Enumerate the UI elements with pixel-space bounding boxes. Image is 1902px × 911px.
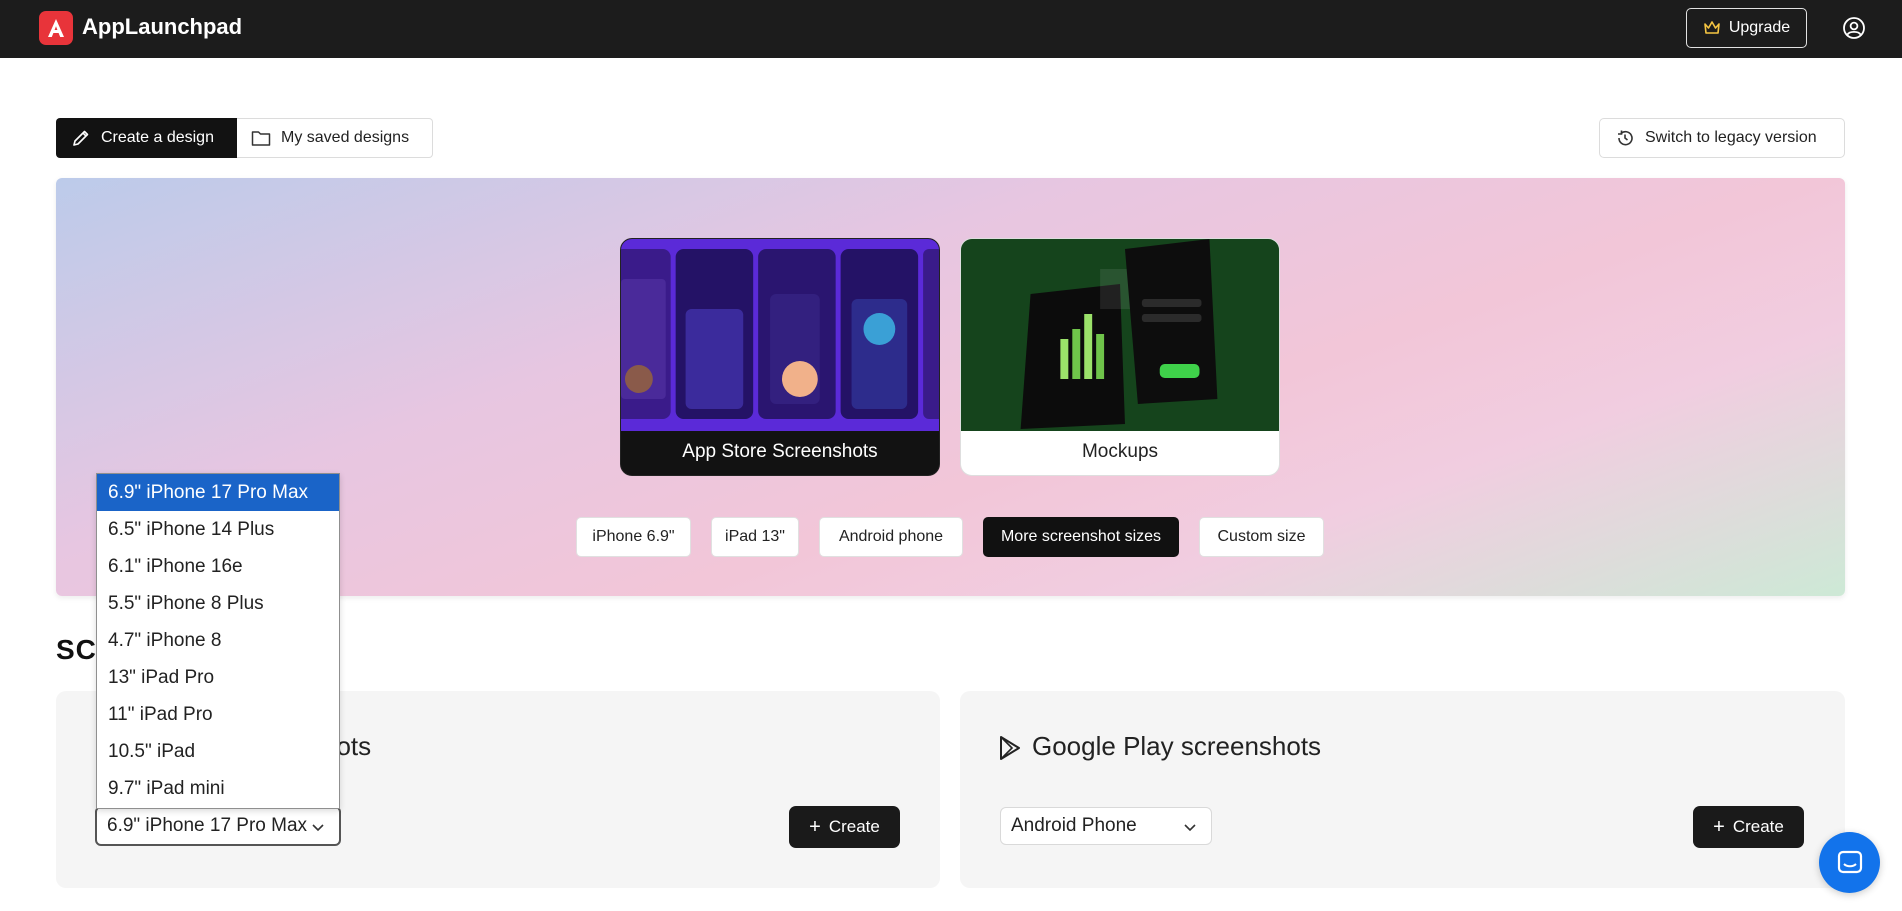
app-store-select-value: 6.9" iPhone 17 Pro Max bbox=[107, 815, 308, 836]
chip-iphone-6-9[interactable]: iPhone 6.9" bbox=[576, 517, 691, 557]
chat-icon bbox=[1837, 850, 1862, 873]
dropdown-option[interactable]: 9.7" iPad mini bbox=[97, 770, 339, 807]
google-play-panel bbox=[960, 691, 1845, 888]
app-store-preview-image bbox=[621, 239, 939, 431]
app-store-create-button[interactable]: + Create bbox=[789, 806, 900, 848]
pencil-icon bbox=[73, 130, 89, 146]
dropdown-option[interactable]: 6.9" iPhone 17 Pro Max bbox=[97, 474, 339, 511]
dropdown-option[interactable]: 6.5" iPhone 14 Plus bbox=[97, 511, 339, 548]
upgrade-button[interactable]: Upgrade bbox=[1686, 8, 1807, 48]
folder-icon bbox=[251, 131, 271, 146]
chevron-down-icon bbox=[312, 824, 324, 832]
google-play-icon bbox=[1000, 736, 1020, 760]
chip-android-phone[interactable]: Android phone bbox=[819, 517, 963, 557]
chip-ipad-13[interactable]: iPad 13" bbox=[711, 517, 799, 557]
dropdown-option[interactable]: 13" iPad Pro bbox=[97, 659, 339, 696]
legacy-label: Switch to legacy version bbox=[1645, 129, 1817, 146]
dropdown-option[interactable]: 10.5" iPad bbox=[97, 733, 339, 770]
app-store-card-label: App Store Screenshots bbox=[682, 441, 878, 462]
plus-icon: + bbox=[1713, 816, 1725, 838]
account-icon[interactable] bbox=[1842, 16, 1866, 40]
upgrade-label: Upgrade bbox=[1728, 19, 1791, 36]
crown-icon bbox=[1704, 21, 1720, 34]
tab-create-label: Create a design bbox=[101, 129, 214, 146]
mockups-preview-image bbox=[961, 239, 1279, 431]
mockups-card[interactable]: Mockups bbox=[960, 238, 1280, 476]
chip-custom-size[interactable]: Custom size bbox=[1199, 517, 1324, 557]
dropdown-option[interactable]: 6.1" iPhone 16e bbox=[97, 548, 339, 585]
app-store-create-label: Create bbox=[828, 817, 880, 836]
app-name: AppLaunchpad bbox=[82, 14, 243, 39]
google-play-create-button[interactable]: + Create bbox=[1693, 806, 1804, 848]
app-store-screenshots-card[interactable]: App Store Screenshots bbox=[620, 238, 940, 476]
google-play-select-value: Android Phone bbox=[1011, 815, 1137, 836]
logo-a-icon bbox=[48, 19, 64, 37]
google-play-create-label: Create bbox=[1732, 817, 1784, 836]
chat-launcher-button[interactable] bbox=[1819, 832, 1880, 893]
tab-create-design[interactable]: Create a design bbox=[56, 118, 237, 158]
app-logo[interactable] bbox=[39, 11, 73, 45]
chip-more-screenshot-sizes[interactable]: More screenshot sizes bbox=[983, 517, 1179, 557]
plus-icon: + bbox=[809, 816, 821, 838]
device-size-dropdown[interactable]: 6.9" iPhone 17 Pro Max 6.5" iPhone 14 Pl… bbox=[96, 473, 340, 809]
google-play-device-select[interactable]: Android Phone bbox=[1000, 807, 1212, 845]
switch-legacy-button[interactable]: Switch to legacy version bbox=[1599, 118, 1845, 158]
google-play-panel-title: Google Play screenshots bbox=[1032, 731, 1322, 761]
dropdown-option[interactable]: 5.5" iPhone 8 Plus bbox=[97, 585, 339, 622]
mockups-card-label: Mockups bbox=[1081, 441, 1159, 462]
top-bar: AppLaunchpad Upgrade bbox=[0, 0, 1902, 58]
dropdown-option[interactable]: 11" iPad Pro bbox=[97, 696, 339, 733]
history-icon bbox=[1618, 130, 1633, 146]
tab-saved-designs[interactable]: My saved designs bbox=[237, 118, 433, 158]
app-store-device-select[interactable]: 6.9" iPhone 17 Pro Max bbox=[95, 806, 341, 846]
chevron-down-icon bbox=[1184, 824, 1196, 832]
dropdown-option[interactable]: 4.7" iPhone 8 bbox=[97, 622, 339, 659]
tab-saved-label: My saved designs bbox=[281, 129, 410, 146]
